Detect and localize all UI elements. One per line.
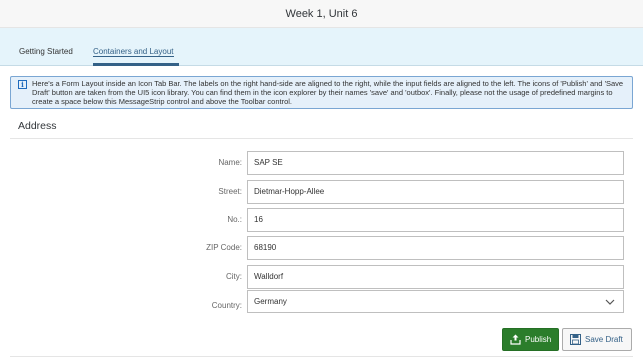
message-strip-text: Here's a Form Layout inside an Icon Tab … [32,79,624,106]
zip-code-input[interactable]: 68190 [247,236,624,260]
app-header: Week 1, Unit 6 [0,0,643,28]
city-label: City: [226,272,242,281]
save-icon [570,334,581,345]
city-input[interactable]: Walldorf [247,265,624,289]
country-label: Country: [211,301,242,310]
street-input[interactable]: Dietmar-Hopp-Allee [247,180,624,204]
outbox-icon [510,334,521,345]
number-input[interactable]: 16 [247,208,624,232]
save-draft-label: Save Draft [585,335,623,344]
name-input[interactable]: SAP SE [247,151,624,175]
name-label: Name: [218,158,242,167]
publish-label: Publish [525,335,552,344]
toolbar-divider [10,356,633,357]
info-icon: i [18,80,27,89]
chevron-down-icon [605,299,615,305]
form-title: Address [18,120,57,132]
page-title: Week 1, Unit 6 [285,8,358,20]
country-select-value: Germany [254,297,287,306]
street-label: Street: [218,187,242,196]
zip-code-label: ZIP Code: [206,243,242,252]
publish-button[interactable]: Publish [502,328,559,351]
number-label: No.: [227,215,242,224]
save-draft-button[interactable]: Save Draft [562,328,632,351]
tab-label: Containers and Layout [93,47,174,57]
tab-containers-and-layout[interactable]: Containers and Layout [93,47,174,57]
country-select[interactable]: Germany [247,290,624,313]
message-strip: i Here's a Form Layout inside an Icon Ta… [10,76,633,109]
tab-getting-started[interactable]: Getting Started [19,47,73,56]
icon-tab-bar: Getting Started Containers and Layout [0,28,643,66]
form-title-divider [10,138,633,139]
